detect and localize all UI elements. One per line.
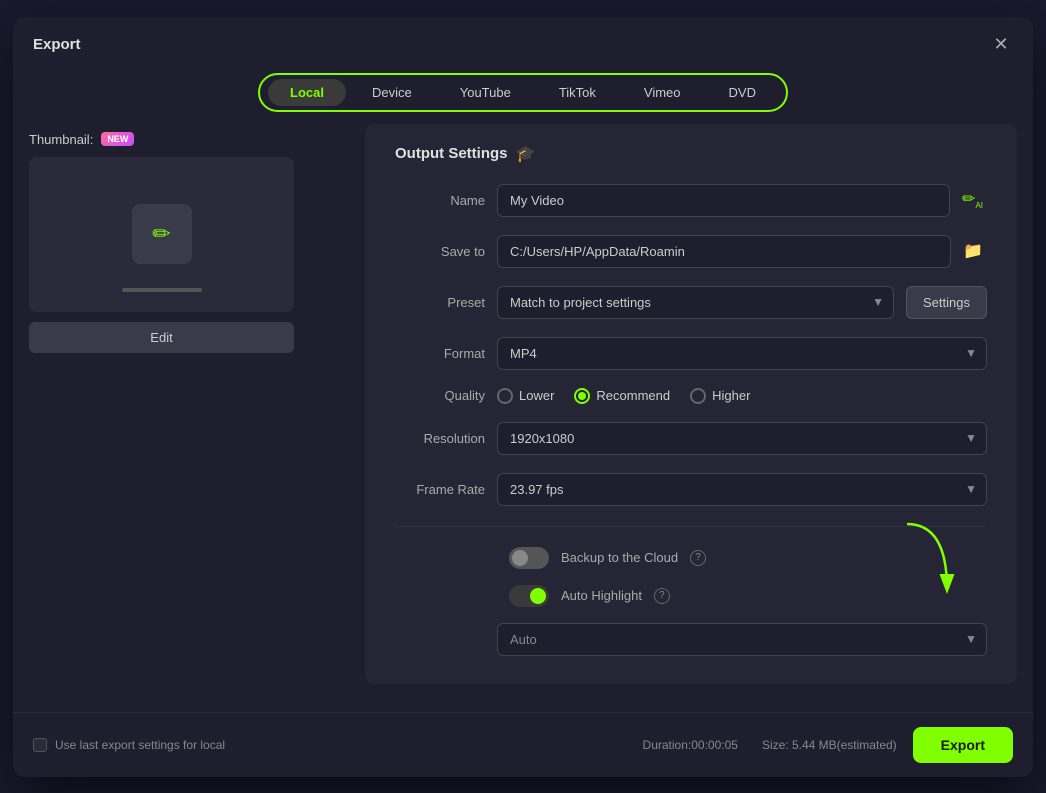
quality-higher-label: Higher <box>712 388 750 403</box>
auto-select[interactable]: Auto <box>497 623 987 656</box>
backup-toggle[interactable] <box>509 547 549 569</box>
graduation-cap-icon: 🎓 <box>516 144 536 164</box>
save-to-input-wrap: 📁 <box>497 235 987 268</box>
footer: Use last export settings for local Durat… <box>13 712 1033 777</box>
format-label: Format <box>395 346 485 361</box>
frame-rate-select[interactable]: 23.97 fps <box>497 473 987 506</box>
frame-rate-label: Frame Rate <box>395 482 485 497</box>
save-to-label: Save to <box>395 244 485 259</box>
frame-rate-row: Frame Rate 23.97 fps ▼ <box>395 473 987 506</box>
new-badge: NEW <box>101 132 134 146</box>
tab-youtube[interactable]: YouTube <box>438 79 533 106</box>
save-to-row: Save to 📁 <box>395 235 987 268</box>
left-panel: Thumbnail: NEW ✏ Edit <box>29 124 349 712</box>
auto-select-wrap: Auto ▼ <box>497 623 987 656</box>
right-panel: Output Settings 🎓 Name ✏AI Save to 📁 <box>365 124 1017 684</box>
resolution-label: Resolution <box>395 431 485 446</box>
quality-lower-label: Lower <box>519 388 554 403</box>
quality-lower-radio[interactable] <box>497 388 513 404</box>
tab-tiktok[interactable]: TikTok <box>537 79 618 106</box>
resolution-row: Resolution 1920x1080 ▼ <box>395 422 987 455</box>
quality-label: Quality <box>395 388 485 403</box>
output-settings-title: Output Settings <box>395 145 508 162</box>
thumbnail-preview: ✏ <box>29 157 294 312</box>
edit-button[interactable]: Edit <box>29 322 294 353</box>
thumbnail-icon: ✏ <box>132 204 192 264</box>
name-input-wrap: ✏AI <box>497 184 987 217</box>
format-select-wrap: MP4 ▼ <box>497 337 987 370</box>
tab-bar-wrapper: Local Device YouTube TikTok Vimeo DVD <box>13 65 1033 124</box>
frame-rate-select-wrap: 23.97 fps ▼ <box>497 473 987 506</box>
auto-highlight-toggle[interactable] <box>509 585 549 607</box>
quality-options: Lower Recommend Higher <box>497 388 987 404</box>
backup-help-icon[interactable]: ? <box>690 550 706 566</box>
preset-row: Preset Match to project settings ▼ Setti… <box>395 286 987 319</box>
folder-icon[interactable]: 📁 <box>959 237 987 265</box>
last-export-checkbox[interactable] <box>33 738 47 752</box>
name-label: Name <box>395 193 485 208</box>
auto-highlight-label: Auto Highlight <box>561 588 642 603</box>
thumbnail-bar <box>122 288 202 292</box>
auto-highlight-row: Auto Highlight ? <box>395 585 987 607</box>
main-content: Thumbnail: NEW ✏ Edit Output Settings 🎓 … <box>13 124 1033 712</box>
preset-label: Preset <box>395 295 485 310</box>
preset-select-wrap: Match to project settings ▼ <box>497 286 894 319</box>
settings-button[interactable]: Settings <box>906 286 987 319</box>
quality-higher-radio[interactable] <box>690 388 706 404</box>
section-title-row: Output Settings 🎓 <box>395 144 987 164</box>
quality-recommend-radio[interactable] <box>574 388 590 404</box>
backup-row: Backup to the Cloud ? <box>395 547 987 569</box>
tab-vimeo[interactable]: Vimeo <box>622 79 703 106</box>
resolution-select[interactable]: 1920x1080 <box>497 422 987 455</box>
footer-info: Duration:00:00:05 Size: 5.44 MB(estimate… <box>643 738 897 752</box>
tab-local[interactable]: Local <box>268 79 346 106</box>
format-row: Format MP4 ▼ <box>395 337 987 370</box>
duration-text: Duration:00:00:05 <box>643 738 738 752</box>
tab-dvd[interactable]: DVD <box>707 79 778 106</box>
auto-highlight-help-icon[interactable]: ? <box>654 588 670 604</box>
thumbnail-text: Thumbnail: <box>29 132 93 147</box>
name-input[interactable] <box>497 184 950 217</box>
edit-pencil-icon: ✏ <box>152 221 170 247</box>
dialog-title: Export <box>33 36 81 53</box>
ai-edit-icon[interactable]: ✏AI <box>958 185 987 214</box>
last-export-label: Use last export settings for local <box>55 738 225 752</box>
format-select[interactable]: MP4 <box>497 337 987 370</box>
auto-dropdown-row: Auto ▼ <box>497 623 987 656</box>
quality-recommend-label: Recommend <box>596 388 670 403</box>
save-to-input[interactable] <box>497 235 951 268</box>
quality-row: Quality Lower Recommend Higher <box>395 388 987 404</box>
quality-recommend-option[interactable]: Recommend <box>574 388 670 404</box>
tab-bar: Local Device YouTube TikTok Vimeo DVD <box>258 73 788 112</box>
quality-lower-option[interactable]: Lower <box>497 388 554 404</box>
title-bar: Export ✕ <box>13 17 1033 65</box>
quality-higher-option[interactable]: Higher <box>690 388 750 404</box>
thumbnail-label-row: Thumbnail: NEW <box>29 132 349 147</box>
size-text: Size: 5.44 MB(estimated) <box>762 738 897 752</box>
checkbox-wrap: Use last export settings for local <box>33 738 225 752</box>
close-button[interactable]: ✕ <box>989 33 1013 57</box>
export-button[interactable]: Export <box>913 727 1013 763</box>
resolution-select-wrap: 1920x1080 ▼ <box>497 422 987 455</box>
backup-label: Backup to the Cloud <box>561 550 678 565</box>
preset-select[interactable]: Match to project settings <box>497 286 894 319</box>
export-dialog: Export ✕ Local Device YouTube TikTok Vim… <box>13 17 1033 777</box>
divider <box>395 526 987 527</box>
tab-device[interactable]: Device <box>350 79 434 106</box>
name-row: Name ✏AI <box>395 184 987 217</box>
